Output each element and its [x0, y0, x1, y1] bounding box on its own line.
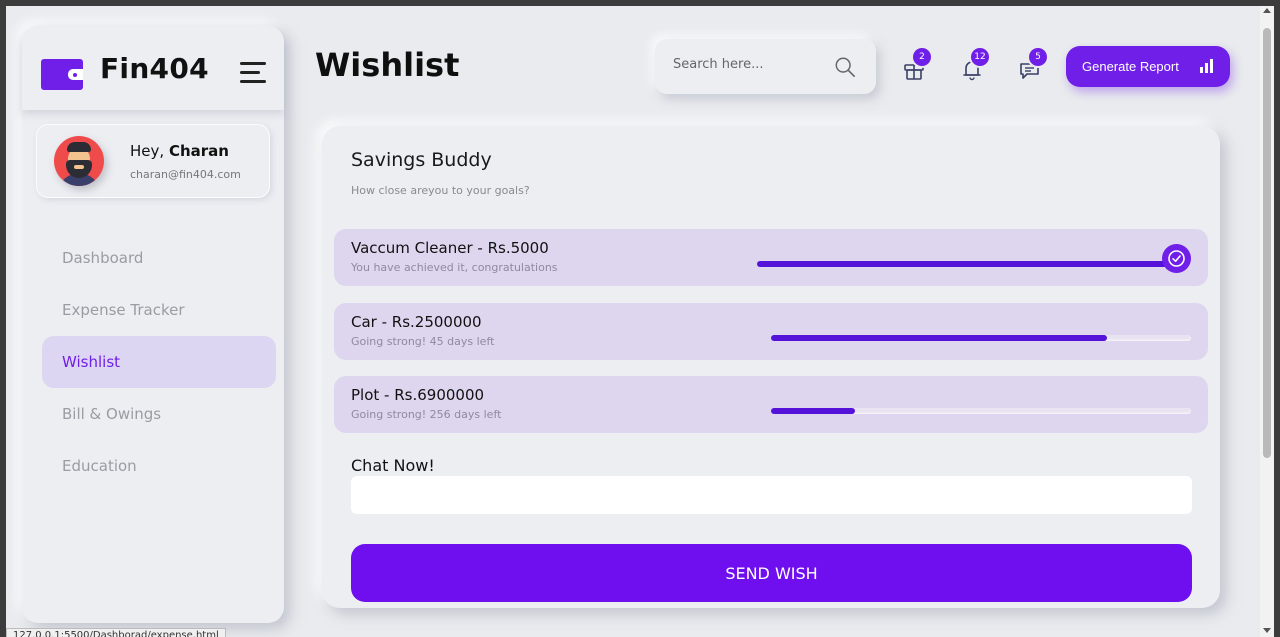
generate-report-button[interactable]: Generate Report	[1066, 46, 1230, 87]
notifications-button[interactable]: 12	[959, 48, 989, 82]
scrollbar-thumb[interactable]	[1263, 28, 1271, 458]
check-circle-icon	[1162, 244, 1191, 273]
generate-report-label: Generate Report	[1082, 59, 1179, 74]
card-subtitle: How close areyou to your goals?	[351, 184, 530, 197]
goal-item[interactable]: Car - Rs.2500000 Going strong! 45 days l…	[334, 303, 1208, 360]
card-title: Savings Buddy	[351, 149, 492, 171]
chat-label: Chat Now!	[351, 456, 435, 475]
search-input[interactable]	[673, 57, 823, 72]
goal-item[interactable]: Plot - Rs.6900000 Going strong! 256 days…	[334, 376, 1208, 433]
window-edge	[1274, 6, 1280, 637]
page-title: Wishlist	[315, 46, 460, 84]
goal-name: Vaccum Cleaner - Rs.5000	[351, 239, 549, 257]
goal-progress-track	[757, 261, 1167, 267]
user-profile-card: Hey, Charan charan@fin404.com	[36, 124, 270, 198]
menu-icon[interactable]	[240, 62, 266, 89]
goal-progress-track	[771, 408, 1191, 414]
sidebar-item-wishlist[interactable]: Wishlist	[42, 336, 276, 388]
sidebar: Fin404 Hey, Charan charan@fin404.com Das…	[22, 26, 284, 623]
goal-progress-fill	[771, 335, 1107, 341]
search-icon[interactable]	[834, 55, 856, 79]
status-bar-url: 127.0.0.1:5500/Dashborad/expense.html	[6, 628, 226, 637]
sidebar-item-bill-owings[interactable]: Bill & Owings	[42, 388, 276, 440]
sidebar-item-dashboard[interactable]: Dashboard	[42, 232, 276, 284]
sidebar-item-expense-tracker[interactable]: Expense Tracker	[42, 284, 276, 336]
user-greeting: Hey, Charan	[130, 142, 229, 160]
avatar	[54, 136, 104, 186]
greeting-text: Hey,	[130, 142, 165, 160]
goal-name: Car - Rs.2500000	[351, 313, 482, 331]
goal-progress-track	[771, 335, 1191, 341]
messages-button[interactable]: 5	[1017, 48, 1047, 82]
goal-status: Going strong! 256 days left	[351, 408, 502, 421]
chat-input[interactable]	[351, 476, 1192, 514]
search-box	[655, 39, 876, 94]
goal-status: Going strong! 45 days left	[351, 335, 495, 348]
goal-status: You have achieved it, congratulations	[351, 261, 558, 274]
bar-chart-icon	[1200, 59, 1214, 73]
goal-name: Plot - Rs.6900000	[351, 386, 485, 404]
send-wish-button[interactable]: SEND WISH	[351, 544, 1192, 602]
gift-badge: 2	[913, 48, 931, 66]
browser-viewport: Fin404 Hey, Charan charan@fin404.com Das…	[6, 6, 1260, 637]
wallet-icon	[41, 59, 83, 90]
messages-badge: 5	[1029, 48, 1047, 66]
goal-progress-fill	[771, 408, 855, 414]
savings-buddy-card: Savings Buddy How close areyou to your g…	[322, 126, 1220, 608]
notifications-badge: 12	[971, 48, 989, 66]
user-name: Charan	[168, 142, 229, 160]
scroll-up-icon[interactable]	[1263, 8, 1271, 13]
user-email: charan@fin404.com	[130, 168, 241, 181]
sidebar-nav: Dashboard Expense Tracker Wishlist Bill …	[42, 232, 276, 492]
vertical-scrollbar[interactable]	[1260, 6, 1274, 637]
scroll-down-icon[interactable]	[1263, 628, 1271, 633]
goal-item[interactable]: Vaccum Cleaner - Rs.5000 You have achiev…	[334, 229, 1208, 286]
brand-name: Fin404	[100, 52, 209, 85]
sidebar-item-education[interactable]: Education	[42, 440, 276, 492]
gift-button[interactable]: 2	[901, 48, 931, 82]
brand-header: Fin404	[22, 26, 284, 110]
goal-progress-fill	[757, 261, 1167, 267]
